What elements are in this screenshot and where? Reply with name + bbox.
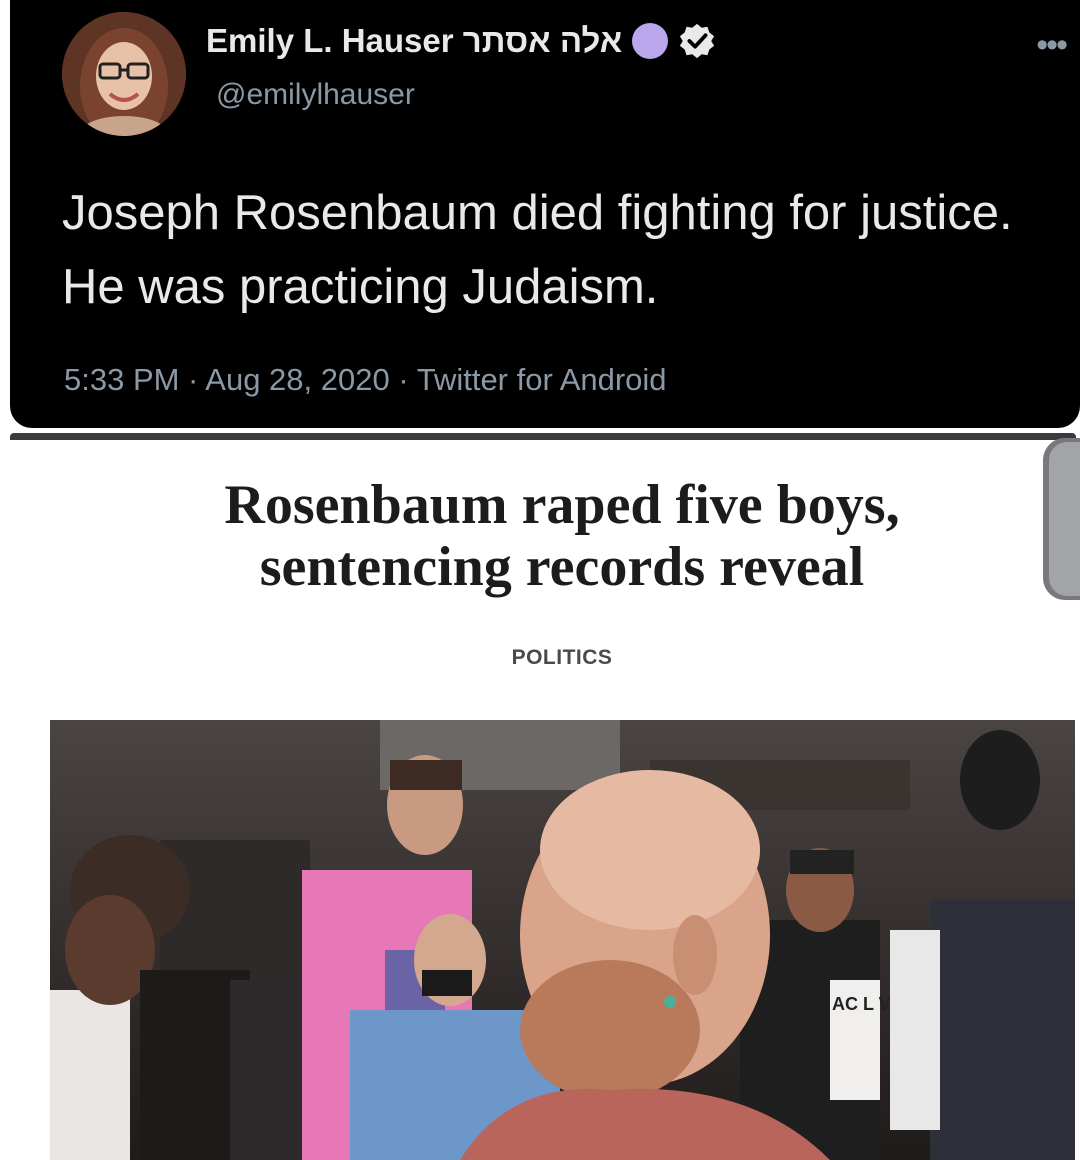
divider xyxy=(10,433,1076,440)
article-photo: AC L VE MA xyxy=(50,720,1075,1160)
article-headline[interactable]: Rosenbaum raped five boys, sentencing re… xyxy=(100,474,1024,598)
display-name[interactable]: Emily L. Hauser אלה אסתר xyxy=(206,22,716,60)
tweet-timestamp[interactable]: 5:33 PM · Aug 28, 2020 · Twitter for And… xyxy=(64,362,667,398)
tweet-card: Emily L. Hauser אלה אסתר @emilylhauser •… xyxy=(10,0,1080,428)
verified-badge-icon xyxy=(680,23,715,59)
display-name-text: Emily L. Hauser אלה אסתר xyxy=(206,22,623,59)
article-category[interactable]: POLITICS xyxy=(0,646,1080,670)
more-options-icon[interactable]: ••• xyxy=(1036,26,1068,65)
purple-circle-icon xyxy=(632,23,669,59)
side-scroll-tab[interactable] xyxy=(1043,438,1080,600)
avatar[interactable] xyxy=(62,12,186,136)
user-handle[interactable]: @emilylhauser xyxy=(216,78,415,112)
tweet-text: Joseph Rosenbaum died fighting for justi… xyxy=(62,186,1013,314)
